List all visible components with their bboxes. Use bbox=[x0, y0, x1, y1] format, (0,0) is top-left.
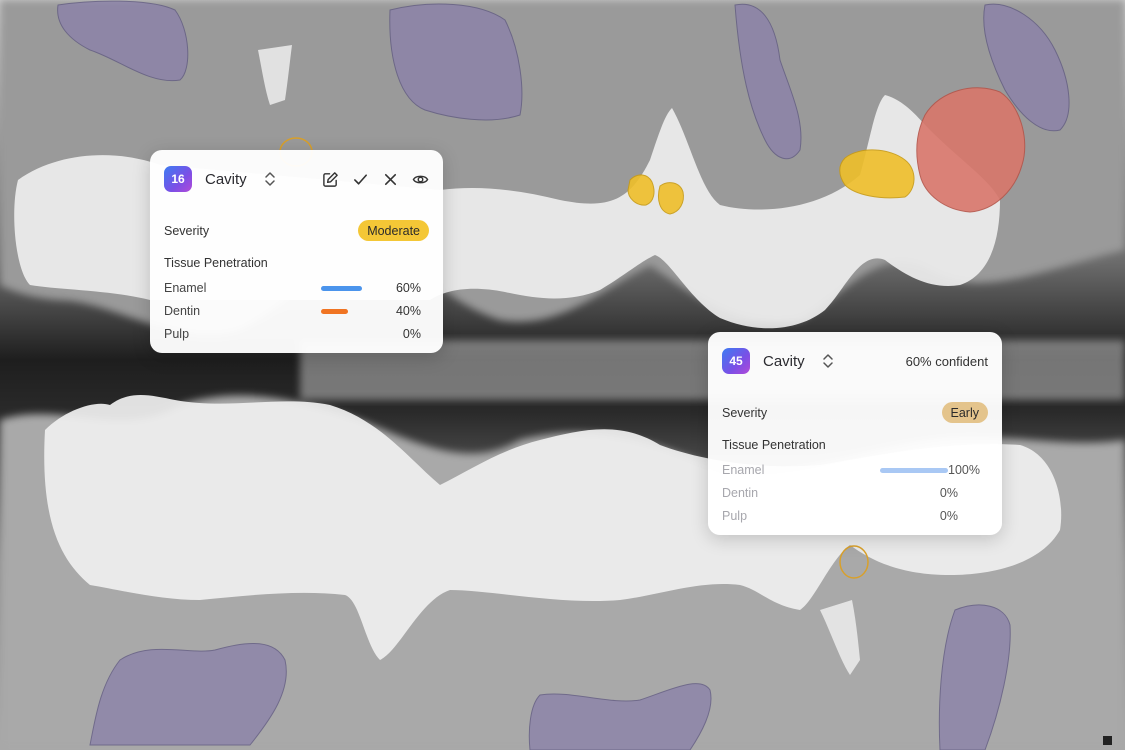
tissue-name: Pulp bbox=[164, 327, 190, 341]
tissue-row-pulp: Pulp 0% bbox=[722, 508, 988, 526]
tissue-row-enamel: Enamel 60% bbox=[164, 280, 429, 298]
finding-card-16[interactable]: 16 Cavity Severity Moderate Tissue Penet… bbox=[150, 150, 443, 353]
finding-header: 45 Cavity 60% confident bbox=[722, 348, 988, 374]
eye-icon[interactable] bbox=[412, 171, 429, 188]
tissue-percent: 0% bbox=[402, 327, 421, 341]
penetration-bar bbox=[321, 309, 349, 314]
severity-label: Severity bbox=[164, 224, 210, 238]
tissue-percent: 0% bbox=[939, 509, 958, 523]
penetration-bar bbox=[321, 286, 362, 291]
severity-badge: Moderate bbox=[358, 220, 429, 241]
severity-badge: Early bbox=[941, 402, 988, 423]
tissue-percent: 100% bbox=[948, 463, 980, 477]
tissue-name: Pulp bbox=[722, 509, 748, 523]
finding-actions bbox=[322, 171, 429, 188]
tissue-penetration-title: Tissue Penetration bbox=[722, 438, 826, 452]
close-icon[interactable] bbox=[382, 171, 399, 188]
tissue-name: Dentin bbox=[722, 486, 759, 500]
tissue-percent: 40% bbox=[395, 304, 421, 318]
severity-label: Severity bbox=[722, 406, 768, 420]
tissue-row-dentin: Dentin 0% bbox=[722, 485, 988, 503]
finding-card-45[interactable]: 45 Cavity 60% confident Severity Early T… bbox=[708, 332, 1002, 535]
check-icon[interactable] bbox=[352, 171, 369, 188]
tooth-number-badge: 45 bbox=[722, 348, 750, 374]
finding-type-label: Cavity bbox=[205, 170, 247, 188]
finding-header: 16 Cavity bbox=[164, 166, 429, 192]
tissue-percent: 60% bbox=[395, 281, 421, 295]
tissue-name: Enamel bbox=[164, 281, 207, 295]
chevron-up-down-icon[interactable] bbox=[263, 170, 277, 188]
chevron-up-down-icon[interactable] bbox=[821, 352, 835, 370]
tissue-name: Enamel bbox=[722, 463, 765, 477]
tissue-name: Dentin bbox=[164, 304, 201, 318]
tissue-percent: 0% bbox=[939, 486, 958, 500]
edit-icon[interactable] bbox=[322, 171, 339, 188]
tooth-number-badge: 16 bbox=[164, 166, 192, 192]
tissue-row-enamel: Enamel 100% bbox=[722, 462, 988, 480]
finding-type-label: Cavity bbox=[763, 352, 805, 370]
tissue-row-pulp: Pulp 0% bbox=[164, 326, 429, 344]
tissue-row-dentin: Dentin 40% bbox=[164, 303, 429, 321]
tissue-penetration-title: Tissue Penetration bbox=[164, 256, 268, 270]
confidence-label: 60% confident bbox=[905, 353, 988, 369]
penetration-bar bbox=[880, 468, 948, 473]
